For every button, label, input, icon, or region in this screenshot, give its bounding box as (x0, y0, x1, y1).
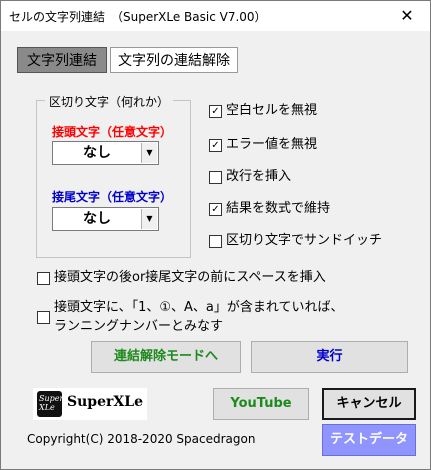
title-bar[interactable]: セルの文字列連結 （SuperXLe Basic V7.00） ✕ (1, 1, 430, 31)
switch-mode-button[interactable]: 連結解除モードへ (91, 341, 241, 373)
checkbox-label: 接頭文字の後or接尾文字の前にスペースを挿入 (54, 270, 326, 285)
close-icon[interactable]: ✕ (393, 4, 421, 28)
prefix-label: 接頭文字（任意文字） (52, 125, 173, 139)
dialog-window: セルの文字列連結 （SuperXLe Basic V7.00） ✕ 文字列連結 … (0, 0, 431, 470)
window-title: セルの文字列連結 （SuperXLe Basic V7.00） (9, 10, 267, 24)
checkmark-icon[interactable]: ✓ (209, 203, 222, 216)
checkbox-label: 結果を数式で維持 (226, 201, 331, 216)
prefix-combobox[interactable]: なし ▼ (52, 141, 159, 165)
superxle-logo-icon: Super XLe (37, 391, 63, 417)
suffix-label: 接尾文字（任意文字） (52, 190, 173, 204)
checkmark-icon[interactable] (209, 235, 222, 248)
logo-text: SuperXLe (67, 394, 143, 410)
checkmark-icon[interactable] (37, 311, 50, 324)
checkmark-icon[interactable]: ✓ (209, 105, 222, 118)
test-data-button[interactable]: テストデータ (322, 424, 416, 456)
youtube-button[interactable]: YouTube (213, 388, 309, 420)
chevron-down-icon[interactable]: ▼ (141, 209, 157, 229)
copyright-text: Copyright(C) 2018-2020 Spacedragon (27, 432, 256, 446)
checkbox-label: 改行を挿入 (226, 169, 292, 184)
checkbox-label-line2: ランニングナンバーとみなす (54, 319, 224, 334)
checkbox-label: 空白セルを無視 (226, 103, 318, 118)
delimiter-group-legend: 区切り文字（何れか） (45, 93, 174, 110)
prefix-value: なし (83, 145, 111, 161)
tab-split[interactable]: 文字列の連結解除 (110, 47, 238, 73)
checkmark-icon[interactable]: ✓ (209, 139, 222, 152)
cancel-button[interactable]: キャンセル (322, 388, 416, 420)
checkbox-label: エラー値を無視 (226, 137, 318, 152)
suffix-value: なし (83, 211, 111, 227)
checkbox-label-line1: 接頭文字に、「1、①、A、a」が含まれていれば、 (54, 300, 344, 315)
chevron-down-icon[interactable]: ▼ (141, 143, 157, 163)
checkbox-label: 区切り文字でサンドイッチ (226, 233, 383, 248)
superxle-logo: Super XLe SuperXLe (33, 388, 147, 420)
suffix-combobox[interactable]: なし ▼ (52, 207, 159, 231)
checkmark-icon[interactable] (209, 171, 222, 184)
checkmark-icon[interactable] (37, 272, 50, 285)
execute-button[interactable]: 実行 (251, 341, 408, 373)
tab-concatenate[interactable]: 文字列連結 (17, 47, 107, 73)
